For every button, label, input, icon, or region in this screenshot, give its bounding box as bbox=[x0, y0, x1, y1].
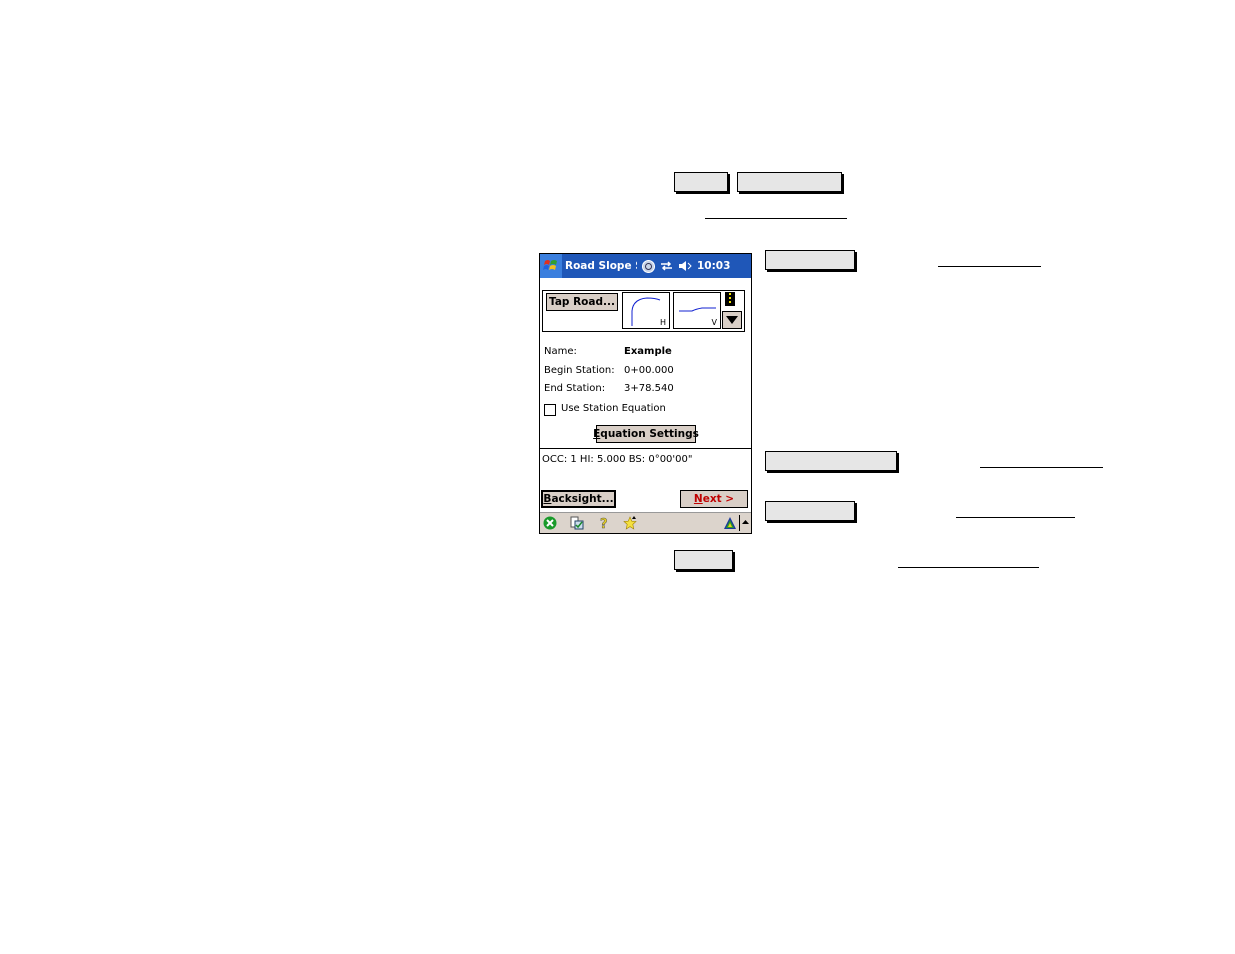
name-value: Example bbox=[624, 346, 672, 357]
close-icon[interactable] bbox=[543, 516, 557, 530]
occupy-status-line: OCC: 1 HI: 5.000 BS: 0°00'00" bbox=[542, 454, 693, 465]
doc-underline-2 bbox=[938, 266, 1041, 267]
doc-placeholder-box-4 bbox=[765, 451, 897, 471]
speaker-muted-icon[interactable] bbox=[678, 260, 692, 272]
vertical-label: V bbox=[711, 318, 717, 327]
backsight-button[interactable]: Backsight... bbox=[541, 490, 616, 508]
equation-settings-label: quation Settings bbox=[600, 428, 699, 440]
doc-placeholder-box-5 bbox=[765, 501, 855, 521]
next-button[interactable]: Next > bbox=[680, 490, 748, 508]
taskbar-divider bbox=[739, 515, 740, 531]
use-station-equation-checkbox[interactable] bbox=[544, 404, 556, 416]
windows-flag-icon[interactable] bbox=[540, 254, 562, 278]
end-station-value: 3+78.540 bbox=[624, 383, 674, 394]
road-dropdown-button[interactable] bbox=[722, 311, 742, 329]
doc-placeholder-box-6 bbox=[674, 550, 733, 570]
begin-station-value: 0+00.000 bbox=[624, 365, 674, 376]
triangle-down-icon bbox=[726, 316, 738, 324]
vertical-profile-preview[interactable]: V bbox=[673, 292, 721, 329]
road-panel: Tap Road... H V bbox=[542, 290, 745, 332]
survey-logo-icon[interactable] bbox=[723, 516, 737, 530]
up-arrow-icon[interactable] bbox=[741, 516, 750, 530]
name-label: Name: bbox=[544, 346, 577, 357]
doc-underline-4 bbox=[956, 517, 1075, 518]
doc-underline-5 bbox=[898, 567, 1039, 568]
use-station-equation-label[interactable]: Use Station Equation bbox=[561, 403, 666, 414]
title-bar: Road Slope St 10:03 bbox=[540, 254, 751, 278]
next-accel: N bbox=[693, 493, 703, 505]
backsight-label: acksight... bbox=[551, 493, 614, 505]
horizontal-alignment-preview[interactable]: H bbox=[622, 292, 670, 329]
window-title: Road Slope St bbox=[565, 260, 637, 272]
tap-road-button[interactable]: Tap Road... bbox=[546, 293, 618, 311]
equation-settings-accel: E bbox=[593, 428, 601, 440]
doc-placeholder-box-1 bbox=[674, 172, 728, 192]
taskbar: ? bbox=[540, 512, 751, 533]
doc-placeholder-box-3 bbox=[765, 250, 855, 270]
sync-arrows-icon[interactable] bbox=[660, 260, 673, 272]
help-icon[interactable]: ? bbox=[597, 516, 611, 533]
separator bbox=[540, 448, 751, 449]
doc-underline-1 bbox=[705, 218, 847, 219]
pocket-pc-screen: Road Slope St 10:03 Tap Road... H V bbox=[539, 253, 752, 534]
horizontal-label: H bbox=[659, 318, 666, 327]
end-station-label: End Station: bbox=[544, 383, 606, 394]
equation-settings-button[interactable]: Equation Settings bbox=[593, 425, 699, 443]
favorites-star-icon[interactable] bbox=[623, 516, 637, 530]
clipboard-check-icon[interactable] bbox=[570, 516, 584, 530]
backsight-accel: B bbox=[543, 493, 552, 505]
doc-underline-3 bbox=[980, 467, 1103, 468]
connectivity-icon[interactable] bbox=[642, 259, 655, 273]
svg-text:?: ? bbox=[600, 517, 608, 530]
next-label: ext > bbox=[702, 493, 735, 505]
begin-station-label: Begin Station: bbox=[544, 365, 615, 376]
doc-placeholder-box-2 bbox=[737, 172, 842, 192]
road-icon bbox=[725, 292, 735, 306]
clock[interactable]: 10:03 bbox=[697, 260, 730, 272]
